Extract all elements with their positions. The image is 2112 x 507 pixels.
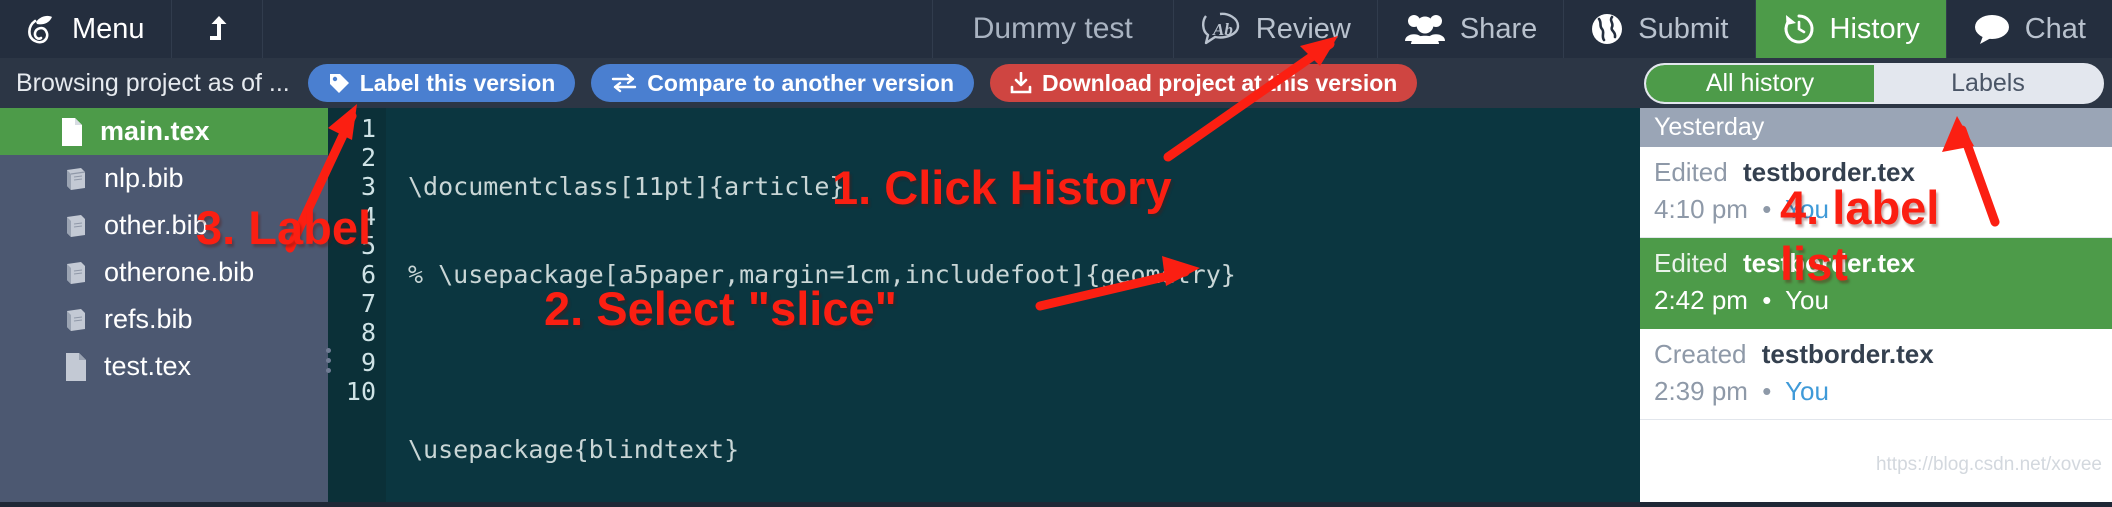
file-name: nlp.bib bbox=[104, 163, 184, 193]
file-row[interactable]: other.bib bbox=[0, 202, 328, 249]
separator-dot: • bbox=[1762, 194, 1772, 224]
project-title: Dummy test bbox=[933, 0, 1174, 58]
file-tex-icon bbox=[60, 117, 84, 147]
line-number: 3 bbox=[360, 172, 376, 202]
share-people-icon bbox=[1404, 13, 1446, 45]
file-row[interactable]: otherone.bib bbox=[0, 249, 328, 296]
file-tree-panel: main.tex nlp.bib other.bib otherone.bib … bbox=[0, 108, 331, 502]
compare-version-label: Compare to another version bbox=[647, 69, 955, 96]
share-label: Share bbox=[1459, 12, 1538, 45]
line-number: 6 bbox=[360, 260, 376, 290]
code-line: % \usepackage[a5paper,margin=1cm,include… bbox=[408, 260, 1236, 290]
submit-globe-icon bbox=[1590, 12, 1624, 46]
code-content[interactable]: \documentclass[11pt]{article} % \usepack… bbox=[386, 108, 1640, 502]
upload-button[interactable] bbox=[172, 0, 263, 58]
browsing-status-text: Browsing project as of ... bbox=[16, 68, 290, 97]
file-row[interactable]: nlp.bib bbox=[0, 155, 328, 202]
history-action: Created bbox=[1654, 339, 1747, 369]
line-number: 4 bbox=[360, 201, 376, 231]
file-tex-icon bbox=[64, 352, 88, 382]
separator-dot: • bbox=[1762, 376, 1772, 406]
history-time: 2:42 pm bbox=[1654, 285, 1748, 315]
history-entry[interactable]: Edited testborder.tex 2:42 pm • You bbox=[1640, 238, 2112, 329]
segment-labels[interactable]: Labels bbox=[1874, 65, 2102, 102]
main-content-area: main.tex nlp.bib other.bib otherone.bib … bbox=[0, 108, 2112, 502]
file-bib-icon bbox=[64, 307, 88, 333]
file-name: otherone.bib bbox=[104, 257, 255, 287]
line-number: 10 bbox=[345, 376, 376, 406]
file-row[interactable]: main.tex bbox=[0, 108, 328, 155]
line-number: 8 bbox=[360, 318, 376, 348]
line-number: 1 bbox=[360, 114, 376, 143]
history-day-group-header: Yesterday bbox=[1640, 108, 2112, 147]
history-entry[interactable]: Created testborder.tex 2:39 pm • You bbox=[1640, 329, 2112, 420]
file-row[interactable]: test.tex bbox=[0, 343, 328, 390]
file-bib-icon bbox=[64, 166, 88, 192]
line-number: 5 bbox=[360, 230, 376, 260]
file-bib-icon bbox=[64, 213, 88, 239]
file-name: main.tex bbox=[100, 116, 210, 146]
history-time: 4:10 pm bbox=[1654, 194, 1748, 224]
top-navigation-bar: Menu Dummy test Ab Review Share Submit H… bbox=[0, 0, 2112, 58]
download-icon bbox=[1010, 72, 1032, 94]
history-entry[interactable]: Edited testborder.tex 4:10 pm • You bbox=[1640, 147, 2112, 238]
segment-all-history[interactable]: All history bbox=[1646, 65, 1874, 102]
download-project-button[interactable]: Download project at this version bbox=[990, 64, 1418, 102]
history-document: testborder.tex bbox=[1742, 157, 1915, 187]
history-user: You bbox=[1785, 376, 1829, 406]
separator-dot: • bbox=[1762, 285, 1772, 315]
file-name: refs.bib bbox=[104, 304, 193, 334]
chat-button[interactable]: Chat bbox=[1947, 0, 2112, 58]
history-toolbar: Browsing project as of ... Label this ve… bbox=[0, 58, 2112, 108]
compare-arrows-icon bbox=[611, 72, 637, 94]
history-time: 2:39 pm bbox=[1654, 376, 1748, 406]
line-number: 2 bbox=[360, 143, 376, 173]
code-line: \usepackage{blindtext} bbox=[408, 435, 740, 465]
code-editor-panel: 1 2 3 4 5 6 7 8 9 10 \documentclass[11pt… bbox=[328, 108, 1640, 502]
file-row[interactable]: refs.bib bbox=[0, 296, 328, 343]
watermark-text: https://blog.csdn.net/xovee bbox=[1875, 454, 2102, 475]
submit-label: Submit bbox=[1638, 12, 1729, 45]
svg-text:Ab: Ab bbox=[1212, 20, 1233, 39]
nav-spacer bbox=[263, 0, 933, 58]
file-name: test.tex bbox=[104, 351, 192, 381]
download-project-label: Download project at this version bbox=[1042, 69, 1398, 96]
history-user: You bbox=[1785, 194, 1829, 224]
review-button[interactable]: Ab Review bbox=[1174, 0, 1378, 58]
line-number-gutter: 1 2 3 4 5 6 7 8 9 10 bbox=[328, 108, 386, 502]
review-label: Review bbox=[1255, 12, 1351, 45]
history-document: testborder.tex bbox=[1742, 248, 1915, 278]
submit-button[interactable]: Submit bbox=[1564, 0, 1756, 58]
line-number: 7 bbox=[360, 289, 376, 319]
upload-arrow-icon bbox=[204, 14, 230, 44]
line-number: 9 bbox=[360, 347, 376, 377]
file-bib-icon bbox=[64, 260, 88, 286]
file-name: other.bib bbox=[104, 210, 208, 240]
history-action: Edited bbox=[1654, 248, 1728, 278]
overleaf-logo-icon bbox=[22, 12, 56, 46]
tag-icon bbox=[328, 72, 350, 94]
chat-label: Chat bbox=[2024, 12, 2086, 45]
menu-label: Menu bbox=[72, 12, 145, 45]
review-speech-bubble-icon: Ab bbox=[1200, 12, 1242, 46]
share-button[interactable]: Share bbox=[1378, 0, 1565, 58]
history-action: Edited bbox=[1654, 157, 1728, 187]
label-this-version-button[interactable]: Label this version bbox=[307, 64, 576, 102]
history-list-panel: Yesterday Edited testborder.tex 4:10 pm … bbox=[1640, 108, 2112, 502]
chat-bubble-icon bbox=[1973, 13, 2011, 45]
history-document: testborder.tex bbox=[1761, 339, 1934, 369]
label-this-version-label: Label this version bbox=[359, 69, 556, 96]
history-label: History bbox=[1829, 12, 1920, 45]
history-view-toggle: All history Labels bbox=[1644, 63, 2104, 104]
menu-button[interactable]: Menu bbox=[0, 0, 172, 58]
file-tree-resize-handle[interactable] bbox=[321, 340, 335, 380]
code-line: \documentclass[11pt]{article} bbox=[408, 172, 845, 202]
history-clock-rewind-icon bbox=[1782, 12, 1816, 46]
compare-version-button[interactable]: Compare to another version bbox=[591, 64, 975, 102]
history-button[interactable]: History bbox=[1755, 0, 1947, 58]
history-user: You bbox=[1785, 285, 1829, 315]
